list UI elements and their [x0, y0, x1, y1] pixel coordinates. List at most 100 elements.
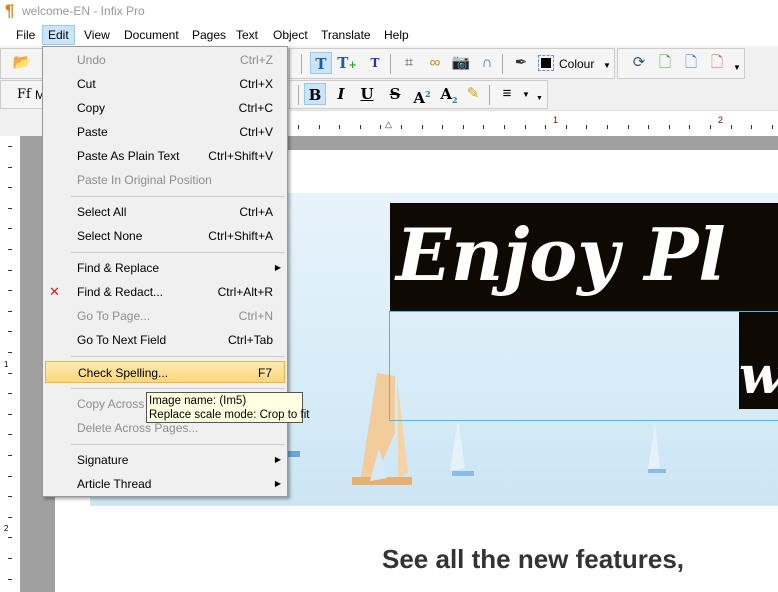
menu-item-shortcut: Ctrl+Shift+V: [208, 149, 273, 163]
menu-item-check-spelling[interactable]: Check Spelling... F7: [45, 361, 285, 383]
superscript-button[interactable]: A2: [411, 83, 433, 107]
menu-item-paste[interactable]: Paste Ctrl+V: [45, 121, 285, 143]
text-tool-icon[interactable]: T: [310, 52, 332, 74]
menu-pages[interactable]: Pages: [186, 25, 232, 45]
menu-item-signature[interactable]: Signature ▶: [45, 449, 285, 471]
menu-separator: [71, 252, 285, 253]
ruler-tick: [8, 537, 12, 539]
menu-item-label: Go To Next Field: [77, 333, 167, 347]
menu-item-select-all[interactable]: Select All Ctrl+A: [45, 201, 285, 223]
menu-item-label: Select None: [77, 229, 143, 243]
menu-help[interactable]: Help: [378, 25, 415, 45]
ruler-tick: [359, 125, 361, 129]
numbering-icon[interactable]: T: [364, 52, 386, 74]
tooltip-image-name: Image name: (Im5): [149, 395, 247, 407]
replace-page-icon[interactable]: ⟳: [628, 52, 650, 74]
redact-icon: ✕: [49, 284, 60, 299]
eyedropper-icon[interactable]: ✒: [510, 52, 532, 74]
window-title: welcome-EN - Infix Pro: [22, 4, 145, 18]
colour-dropdown-icon[interactable]: ▼: [603, 61, 611, 70]
edit-menu: Undo Ctrl+Z Cut Ctrl+X Copy Ctrl+C Paste Ctrl+V…: [42, 46, 288, 497]
toolbar-overflow-icon[interactable]: ▼: [536, 95, 543, 102]
ruler-label: 1: [4, 360, 9, 369]
selection-frame[interactable]: [389, 311, 778, 421]
menu-item-cut[interactable]: Cut Ctrl+X: [45, 73, 285, 95]
menu-object[interactable]: Object: [267, 25, 314, 45]
ruler-tick: [607, 125, 608, 129]
menu-separator: [71, 356, 285, 357]
ruler-tick: [401, 125, 402, 129]
menu-item-undo[interactable]: Undo Ctrl+Z: [45, 49, 285, 71]
menu-item-label: Select All: [77, 205, 127, 219]
ruler-tick: [751, 125, 753, 129]
menu-item-shortcut: Ctrl+Z: [240, 53, 273, 67]
menu-translate[interactable]: Translate: [315, 25, 377, 45]
open-folder-icon[interactable]: 📂: [11, 52, 33, 74]
indent-marker[interactable]: △: [385, 119, 392, 130]
bold-button[interactable]: B: [304, 83, 326, 105]
ruler-tick: [8, 516, 12, 518]
link-icon[interactable]: ∞: [424, 52, 446, 74]
menu-item-paste-in-original-position[interactable]: Paste In Original Position: [45, 169, 285, 191]
menu-view[interactable]: View: [78, 25, 116, 45]
ruler-tick: [8, 187, 12, 189]
menu-item-copy[interactable]: Copy Ctrl+C: [45, 97, 285, 119]
crop-icon[interactable]: ⌗: [398, 52, 420, 74]
menu-item-find-replace[interactable]: Find & Replace ▶: [45, 257, 285, 279]
ruler-tick: [8, 496, 12, 498]
ruler-tick: [8, 146, 12, 147]
insert-page-icon[interactable]: 🗋: [654, 52, 676, 74]
align-dropdown-icon[interactable]: ▼: [522, 90, 530, 99]
strikethrough-button[interactable]: S: [384, 83, 406, 105]
ruler-tick: [483, 125, 485, 129]
menu-document[interactable]: Document: [118, 25, 185, 45]
ruler-tick: [668, 125, 670, 129]
title-bar: ¶ welcome-EN - Infix Pro: [0, 0, 778, 22]
menu-text[interactable]: Text: [230, 25, 264, 45]
ruler-tick: [8, 413, 12, 415]
menu-item-go-to-page[interactable]: Go To Page... Ctrl+N: [45, 305, 285, 327]
ruler-tick: [339, 125, 341, 129]
ruler-tick: [8, 455, 12, 456]
menu-item-label: Undo: [77, 53, 106, 67]
ruler-tick: [8, 207, 12, 209]
ruler-tick: [8, 475, 12, 477]
italic-button[interactable]: I: [330, 83, 352, 105]
menu-item-label: Paste As Plain Text: [77, 149, 180, 163]
ruler-tick: [8, 372, 12, 374]
underline-button[interactable]: U: [356, 83, 378, 105]
menu-item-select-none[interactable]: Select None Ctrl+Shift+A: [45, 225, 285, 247]
menu-separator: [71, 196, 285, 197]
menu-item-shortcut: Ctrl+Alt+R: [217, 285, 273, 299]
extract-page-icon[interactable]: 🗋: [680, 52, 702, 74]
menu-file[interactable]: File: [10, 25, 41, 45]
ruler-tick: [771, 125, 773, 129]
font-icon: Ff: [17, 87, 31, 102]
highlight-icon[interactable]: ✎: [462, 83, 484, 105]
vertical-ruler: 12: [0, 136, 20, 592]
menu-item-go-to-next-field[interactable]: Go To Next Field Ctrl+Tab: [45, 329, 285, 351]
ruler-label: 1: [553, 115, 559, 125]
text-flow-icon[interactable]: ∩: [476, 52, 498, 74]
ruler-tick: [524, 125, 526, 129]
ruler-tick: [545, 125, 547, 129]
subscript-button[interactable]: A2: [438, 83, 460, 105]
menu-item-paste-as-plain-text[interactable]: Paste As Plain Text Ctrl+Shift+V: [45, 145, 285, 167]
menu-item-shortcut: Ctrl+X: [239, 77, 273, 91]
submenu-arrow-icon: ▶: [274, 263, 281, 272]
camera-icon[interactable]: 📷: [450, 52, 472, 74]
menu-item-article-thread[interactable]: Article Thread ▶: [45, 473, 285, 495]
colour-swatch[interactable]: [538, 55, 554, 71]
menu-edit[interactable]: Edit: [42, 25, 75, 45]
menu-separator: [71, 444, 285, 445]
delete-page-icon[interactable]: 🗋: [706, 52, 728, 74]
tooltip-scale-mode: Replace scale mode: Crop to fit: [149, 409, 310, 421]
align-icon[interactable]: ≡: [496, 83, 518, 105]
app-logo-icon: ¶: [5, 1, 15, 20]
menu-item-find-redact[interactable]: ✕ Find & Redact... Ctrl+Alt+R: [45, 281, 285, 303]
pages-dropdown-icon[interactable]: ▼: [733, 63, 741, 72]
ruler-tick: [8, 290, 12, 292]
add-text-frame-icon[interactable]: T+: [336, 52, 358, 74]
colour-label[interactable]: Colour: [559, 57, 594, 71]
menu-item-shortcut: Ctrl+Tab: [227, 333, 273, 347]
